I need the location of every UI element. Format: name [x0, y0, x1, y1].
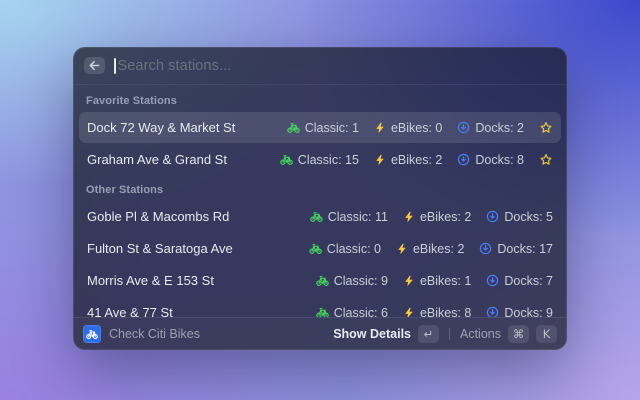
dock-icon — [486, 274, 499, 287]
app-name: Check Citi Bikes — [109, 327, 200, 341]
ebike-bolt-icon — [403, 211, 415, 223]
launcher-window: Search stations... Favorite Stations Doc… — [73, 47, 567, 350]
station-name: Dock 72 Way & Market St — [87, 120, 235, 135]
ebike-bolt-icon — [403, 307, 415, 318]
dock-count: Docks: 8 — [475, 153, 524, 167]
classic-count: Classic: 9 — [334, 274, 388, 288]
classic-bike-icon — [280, 153, 293, 166]
station-list: Favorite Stations Dock 72 Way & Market S… — [73, 85, 567, 317]
station-accessories: Classic: 11 eBikes: 2 Docks: 5 — [310, 210, 553, 224]
classic-count: Classic: 0 — [327, 242, 381, 256]
dock-count: Docks: 17 — [497, 242, 553, 256]
ebike-bolt-icon — [374, 122, 386, 134]
station-accessories: Classic: 6 eBikes: 8 Docks: 9 — [316, 306, 553, 318]
station-accessories: Classic: 9 eBikes: 1 Docks: 7 — [316, 274, 553, 288]
station-row[interactable]: Morris Ave & E 153 St Classic: 9 eBikes:… — [79, 265, 561, 296]
footer-divider — [449, 328, 450, 340]
station-row[interactable]: Graham Ave & Grand St Classic: 15 eBikes… — [79, 144, 561, 175]
citi-bike-app-icon — [83, 325, 101, 343]
k-keycap: K — [536, 325, 557, 343]
station-row[interactable]: Dock 72 Way & Market St Classic: 1 eBike… — [79, 112, 561, 143]
dock-count: Docks: 5 — [504, 210, 553, 224]
classic-bike-icon — [309, 242, 322, 255]
dock-icon — [479, 242, 492, 255]
show-details-button[interactable]: Show Details ↵ — [333, 325, 439, 343]
ebike-bolt-icon — [374, 154, 386, 166]
station-accessories: Classic: 0 eBikes: 2 Docks: 17 — [309, 242, 553, 256]
search-input[interactable]: Search stations... — [114, 58, 556, 74]
classic-bike-icon — [310, 210, 323, 223]
ebike-bolt-icon — [396, 243, 408, 255]
classic-count: Classic: 1 — [305, 121, 359, 135]
actions-label: Actions — [460, 327, 501, 341]
dock-icon — [457, 121, 470, 134]
classic-bike-icon — [316, 274, 329, 287]
classic-count: Classic: 15 — [298, 153, 359, 167]
classic-count: Classic: 6 — [334, 306, 388, 318]
dock-count: Docks: 7 — [504, 274, 553, 288]
show-details-label: Show Details — [333, 327, 411, 341]
ebike-count: eBikes: 2 — [420, 210, 471, 224]
classic-bike-icon — [287, 121, 300, 134]
back-button[interactable] — [84, 57, 105, 74]
classic-bike-icon — [316, 306, 329, 317]
action-bar: Check Citi Bikes Show Details ↵ Actions … — [73, 317, 567, 350]
section-label-favorites: Favorite Stations — [79, 87, 561, 112]
text-cursor — [114, 58, 116, 74]
station-name: 41 Ave & 77 St — [87, 305, 173, 317]
dock-count: Docks: 9 — [504, 306, 553, 318]
ebike-count: eBikes: 2 — [391, 153, 442, 167]
ebike-count: eBikes: 8 — [420, 306, 471, 318]
ebike-count: eBikes: 1 — [420, 274, 471, 288]
station-name: Goble Pl & Macombs Rd — [87, 209, 229, 224]
favorite-star-icon — [539, 121, 553, 135]
dock-icon — [457, 153, 470, 166]
classic-count: Classic: 11 — [328, 210, 388, 224]
cmd-keycap: ⌘ — [508, 325, 529, 343]
station-row[interactable]: 41 Ave & 77 St Classic: 6 eBikes: 8 Dock… — [79, 297, 561, 317]
actions-button[interactable]: Actions ⌘ K — [460, 325, 557, 343]
ebike-bolt-icon — [403, 275, 415, 287]
station-row[interactable]: Goble Pl & Macombs Rd Classic: 11 eBikes… — [79, 201, 561, 232]
dock-icon — [486, 210, 499, 223]
search-placeholder: Search stations... — [118, 58, 232, 74]
station-name: Graham Ave & Grand St — [87, 152, 227, 167]
arrow-left-icon — [88, 59, 101, 72]
ebike-count: eBikes: 0 — [391, 121, 442, 135]
station-row[interactable]: Fulton St & Saratoga Ave Classic: 0 eBik… — [79, 233, 561, 264]
station-name: Fulton St & Saratoga Ave — [87, 241, 233, 256]
enter-keycap: ↵ — [418, 325, 439, 343]
station-name: Morris Ave & E 153 St — [87, 273, 214, 288]
station-accessories: Classic: 1 eBikes: 0 Docks: 2 — [287, 121, 553, 135]
section-label-other: Other Stations — [79, 176, 561, 201]
favorite-star-icon — [539, 153, 553, 167]
station-accessories: Classic: 15 eBikes: 2 Docks: 8 — [280, 153, 553, 167]
search-bar: Search stations... — [73, 47, 567, 85]
dock-count: Docks: 2 — [475, 121, 524, 135]
dock-icon — [486, 306, 499, 317]
ebike-count: eBikes: 2 — [413, 242, 464, 256]
